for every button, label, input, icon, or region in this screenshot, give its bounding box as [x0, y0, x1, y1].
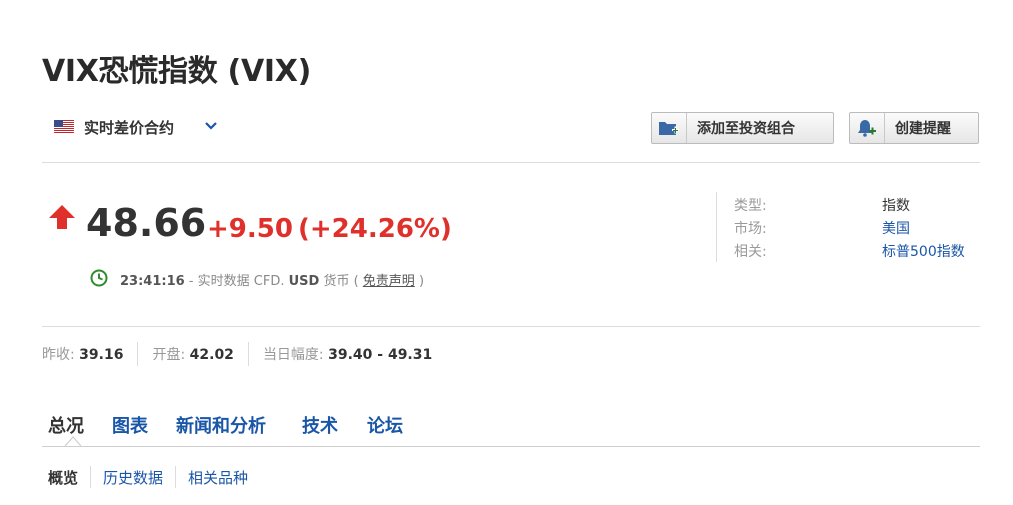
- info-type-label: 类型:: [734, 198, 767, 214]
- disclaimer-link[interactable]: 免责声明: [363, 274, 415, 289]
- prev-close: 昨收: 39.16: [42, 344, 123, 364]
- mid-divider: [42, 326, 980, 327]
- prev-close-value: 39.16: [79, 347, 124, 363]
- prev-close-label: 昨收:: [42, 347, 75, 363]
- quote-currency-suffix: 货币 (: [319, 274, 363, 289]
- active-tab-caret-icon: [64, 436, 82, 447]
- day-range: 当日幅度: 39.40 - 49.31: [263, 344, 432, 364]
- price-change-percent: (+24.26%): [298, 214, 452, 244]
- stats-separator: [137, 342, 139, 366]
- quote-meta: 23:41:16 - 实时数据 CFD. USD 货币 ( 免责声明 ): [120, 270, 424, 289]
- bell-add-icon: [850, 113, 885, 143]
- tab-chart[interactable]: 图表: [112, 412, 148, 438]
- quote-source: - 实时数据 CFD.: [184, 274, 289, 289]
- info-related-link[interactable]: 标普500指数: [882, 241, 965, 261]
- open-price: 开盘: 42.02: [152, 344, 233, 364]
- stats-row: 昨收: 39.16 开盘: 42.02 当日幅度: 39.40 - 49.31: [42, 342, 432, 366]
- stats-separator: [247, 342, 249, 366]
- quote-close-paren: ): [414, 274, 425, 289]
- chevron-down-icon[interactable]: [204, 120, 218, 132]
- subnav-overview[interactable]: 概览: [48, 467, 78, 488]
- us-flag-icon: [54, 120, 74, 133]
- day-range-value: 39.40 - 49.31: [328, 347, 433, 363]
- day-range-label: 当日幅度:: [262, 347, 324, 363]
- create-alert-label: 创建提醒: [895, 121, 951, 137]
- top-divider: [42, 162, 980, 163]
- info-market-label: 市场:: [734, 221, 767, 237]
- info-market-link[interactable]: 美国: [882, 218, 910, 238]
- subnav-separator: [90, 466, 92, 488]
- open-label: 开盘:: [152, 347, 186, 363]
- arrow-up-icon: [49, 205, 75, 229]
- tab-technical[interactable]: 技术: [302, 412, 338, 438]
- tab-news-analysis[interactable]: 新闻和分析: [176, 412, 266, 438]
- tab-forum[interactable]: 论坛: [367, 412, 403, 438]
- open-value: 42.02: [189, 347, 234, 363]
- instrument-type-selector[interactable]: 实时差价合约: [84, 117, 174, 138]
- add-to-portfolio-label: 添加至投资组合: [697, 121, 795, 137]
- folder-add-icon: [652, 113, 687, 143]
- clock-icon: [90, 269, 108, 287]
- quote-time: 23:41:16: [120, 274, 185, 289]
- quote-currency: USD: [288, 274, 320, 289]
- price-change: +9.50: [207, 214, 293, 244]
- create-alert-button[interactable]: 创建提醒: [849, 112, 979, 144]
- page-title: VIX恐慌指数 (VIX): [42, 54, 311, 89]
- info-related-label: 相关:: [734, 244, 767, 260]
- subnav-related-instruments[interactable]: 相关品种: [188, 467, 248, 488]
- add-to-portfolio-button[interactable]: 添加至投资组合: [651, 112, 834, 144]
- tab-divider: [42, 446, 980, 447]
- info-type-value: 指数: [882, 198, 910, 214]
- subnav: 概览 历史数据 相关品种: [48, 466, 248, 488]
- last-price: 48.66: [86, 201, 207, 245]
- subnav-separator: [175, 466, 177, 488]
- info-divider: [716, 192, 717, 262]
- subnav-historical-data[interactable]: 历史数据: [103, 467, 163, 488]
